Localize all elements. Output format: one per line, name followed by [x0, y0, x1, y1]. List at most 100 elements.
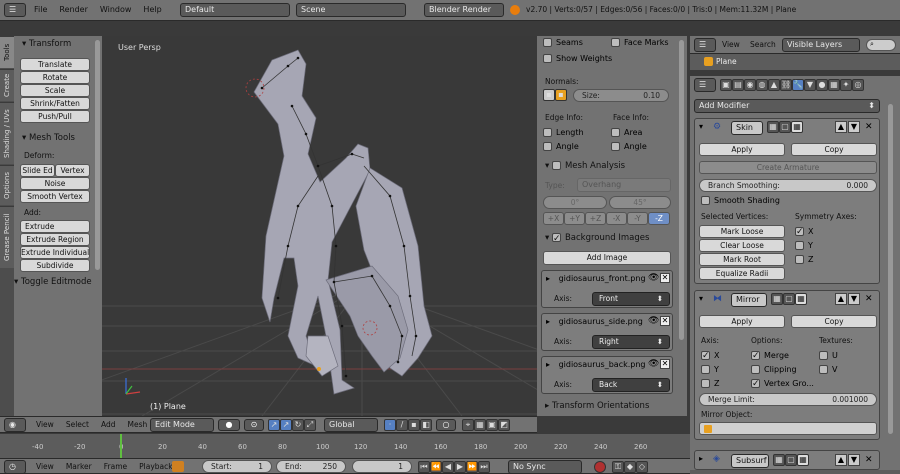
- symmetry-x-toggle[interactable]: X: [795, 225, 813, 239]
- slide-edge-button[interactable]: Slide Ed: [20, 164, 55, 177]
- extrude-region-button[interactable]: Extrude Region: [20, 233, 90, 246]
- add-image-button[interactable]: Add Image: [543, 251, 671, 265]
- slide-vertex-button[interactable]: Vertex: [55, 164, 90, 177]
- shrink-fatten-button[interactable]: Shrink/Fatten: [20, 97, 90, 110]
- expand-arrow-icon[interactable]: ▾: [699, 294, 703, 303]
- scale-button[interactable]: Scale: [20, 84, 90, 97]
- physics-tab-icon[interactable]: ◎: [852, 79, 864, 91]
- tab-tools[interactable]: Tools: [0, 36, 14, 68]
- manipulator-toggle-icon[interactable]: ↗: [268, 419, 280, 431]
- preview-range-icon[interactable]: [172, 461, 184, 472]
- menu-render[interactable]: Render: [53, 0, 93, 20]
- view3d-mesh-menu[interactable]: Mesh: [127, 420, 147, 429]
- render-engine-select[interactable]: Blender Render: [424, 3, 504, 17]
- menu-file[interactable]: File: [28, 0, 53, 20]
- face-select-icon[interactable]: ▪: [408, 419, 420, 431]
- mirror-v-toggle[interactable]: V: [819, 363, 837, 377]
- eye-icon[interactable]: 👁: [648, 273, 659, 283]
- mirror-z-checkbox[interactable]: [701, 379, 710, 388]
- end-frame-field[interactable]: End: 250: [276, 460, 346, 473]
- display-cage-icon[interactable]: ▦: [791, 121, 803, 133]
- data-tab-icon[interactable]: ▼: [804, 79, 816, 91]
- show-weights-toggle[interactable]: Show Weights: [543, 52, 612, 66]
- timeline-playback-menu[interactable]: Playback: [139, 462, 172, 471]
- material-tab-icon[interactable]: ●: [816, 79, 828, 91]
- view3d-add-menu[interactable]: Add: [101, 420, 116, 429]
- mark-root-button[interactable]: Mark Root: [699, 253, 785, 266]
- symmetry-y-toggle[interactable]: Y: [795, 239, 813, 253]
- mirror-u-toggle[interactable]: U: [819, 349, 838, 363]
- clipping-checkbox[interactable]: [751, 365, 760, 374]
- normals-display-buttons[interactable]: ▪ ▪: [543, 89, 567, 101]
- background-images-checkbox[interactable]: [551, 231, 561, 247]
- normal-size-field[interactable]: Size: 0.10: [573, 89, 669, 102]
- area-toggle[interactable]: Area: [611, 126, 642, 140]
- smooth-shading-checkbox[interactable]: [701, 196, 710, 205]
- axis-plus-x[interactable]: +X: [543, 212, 564, 225]
- analysis-type-select[interactable]: Overhang: [577, 178, 671, 192]
- mesh-analysis-checkbox[interactable]: [551, 161, 561, 170]
- edge-angle-checkbox[interactable]: [543, 142, 552, 151]
- clear-loose-button[interactable]: Clear Loose: [699, 239, 785, 252]
- bg-image-side-axis-select[interactable]: Right ⬍: [592, 335, 670, 349]
- timeline-editor-type[interactable]: ◷: [4, 460, 26, 474]
- display-cage-icon[interactable]: ▦: [795, 293, 807, 305]
- mirror-y-toggle[interactable]: Y: [701, 363, 719, 377]
- properties-scrollbar[interactable]: [888, 104, 893, 434]
- eye-icon[interactable]: 👁: [648, 316, 659, 326]
- proportional-edit-icon[interactable]: ○: [436, 419, 456, 431]
- sync-mode-select[interactable]: No Sync: [508, 460, 582, 474]
- mirror-x-toggle[interactable]: X: [701, 349, 719, 363]
- display-viewport-icon[interactable]: ▢: [779, 121, 791, 133]
- play-reverse-icon[interactable]: ◀: [442, 461, 454, 473]
- smooth-vertex-button[interactable]: Smooth Vertex: [20, 190, 90, 203]
- axis-plus-y[interactable]: +Y: [564, 212, 585, 225]
- symmetry-z-toggle[interactable]: Z: [795, 253, 813, 267]
- snap-element-icon[interactable]: ▦: [474, 419, 486, 431]
- view3d-select-menu[interactable]: Select: [66, 420, 89, 429]
- view3d-editor-type[interactable]: ◉: [4, 418, 26, 432]
- timeline-frame-menu[interactable]: Frame: [104, 462, 127, 471]
- display-viewport-icon[interactable]: ▢: [785, 454, 797, 466]
- menu-window[interactable]: Window: [94, 0, 138, 20]
- seams-checkbox[interactable]: [543, 38, 552, 47]
- delete-keyframe-icon[interactable]: ◇: [636, 461, 648, 473]
- seams-toggle[interactable]: Seams: [543, 36, 583, 50]
- outliner-filter-select[interactable]: Visible Layers: [782, 38, 860, 52]
- bg-image-back-axis-select[interactable]: Back ⬍: [592, 378, 670, 392]
- render-tab-icon[interactable]: ▣: [720, 79, 732, 91]
- move-down-icon[interactable]: ▼: [848, 293, 860, 305]
- tab-options[interactable]: Options: [0, 165, 14, 205]
- bg-image-front-header[interactable]: ▸ gidiosaurus_front.png: [546, 272, 646, 286]
- jump-end-icon[interactable]: ⏭: [478, 461, 490, 473]
- mirror-x-checkbox[interactable]: [701, 349, 710, 363]
- mirror-z-toggle[interactable]: Z: [701, 377, 719, 391]
- merge-limit-field[interactable]: Merge Limit: 0.001000: [699, 393, 877, 406]
- extrude-individual-button[interactable]: Extrude Individual: [20, 246, 90, 259]
- prev-keyframe-icon[interactable]: ⏪: [430, 461, 442, 473]
- vertex-groups-checkbox[interactable]: [751, 377, 760, 391]
- symmetry-x-checkbox[interactable]: [795, 225, 804, 239]
- push-pull-button[interactable]: Push/Pull: [20, 110, 90, 123]
- viewport-shading-icon[interactable]: ●: [218, 419, 240, 431]
- mirror-u-checkbox[interactable]: [819, 351, 828, 360]
- constraints-tab-icon[interactable]: ⛓: [780, 79, 792, 91]
- merge-toggle[interactable]: Merge: [751, 349, 789, 363]
- vertex-normal-icon[interactable]: ▪: [543, 89, 555, 101]
- close-icon[interactable]: ✕: [660, 316, 670, 326]
- area-checkbox[interactable]: [611, 128, 620, 137]
- outliner-search-menu[interactable]: Search: [750, 39, 776, 51]
- transform-panel-header[interactable]: ▾ Transform: [14, 36, 102, 52]
- create-armature-button[interactable]: Create Armature: [699, 161, 877, 174]
- properties-editor-type[interactable]: ☰: [694, 78, 716, 92]
- add-modifier-select[interactable]: Add Modifier ⬍: [694, 99, 880, 113]
- background-images-header[interactable]: ▾ Background Images: [537, 230, 649, 247]
- rotate-manipulator-icon[interactable]: ↻: [292, 419, 304, 431]
- display-viewport-icon[interactable]: ▢: [783, 293, 795, 305]
- expand-arrow-icon[interactable]: ▸: [699, 454, 703, 463]
- move-up-icon[interactable]: ▲: [835, 293, 847, 305]
- particles-tab-icon[interactable]: ✦: [840, 79, 852, 91]
- display-cage-icon[interactable]: ▦: [797, 454, 809, 466]
- face-normal-icon[interactable]: ▪: [555, 89, 567, 101]
- world-tab-icon[interactable]: ◍: [756, 79, 768, 91]
